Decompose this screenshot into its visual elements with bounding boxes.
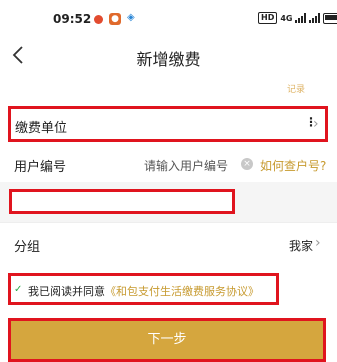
next-button[interactable]: 下一步 — [8, 318, 326, 362]
status-time: 09:52 — [53, 12, 92, 26]
page-title: 新增缴费 — [136, 50, 201, 69]
app-blue-icon: ◈ — [127, 12, 135, 23]
signal-icon — [295, 13, 307, 23]
user-number-input[interactable]: 请输入用户编号 — [144, 157, 228, 174]
app-orange-icon: ● — [109, 13, 121, 25]
hd-badge: HD — [258, 12, 278, 24]
checkmark-icon[interactable]: ✓ — [14, 284, 25, 295]
chevron-right-icon: › — [313, 116, 319, 132]
signal-icon-2 — [309, 13, 321, 23]
group-label: 分组 — [14, 240, 41, 255]
how-to-find-number-link[interactable]: 如何查户号? — [260, 157, 326, 174]
chevron-right-icon: › — [315, 235, 321, 251]
agreement-link[interactable]: 《和包支付生活缴费服务协议》 — [105, 285, 259, 298]
notification-red-icon — [94, 15, 103, 24]
divider — [0, 222, 337, 223]
group-value[interactable]: 我家 — [289, 237, 313, 254]
user-number-label: 用户编号 — [14, 160, 67, 175]
status-right-indicators: HD 4G — [258, 12, 337, 24]
agreement-text: 我已阅读并同意《和包支付生活缴费服务协议》 — [28, 283, 259, 299]
user-number-suggestion-box[interactable] — [9, 189, 235, 214]
records-link[interactable]: 记录 — [287, 82, 305, 95]
clear-icon[interactable]: × — [241, 158, 253, 170]
battery-icon — [323, 12, 337, 24]
signal-label: 4G — [280, 13, 293, 23]
payment-unit-label: 缴费单位 — [15, 121, 68, 136]
agreement-prefix: 我已阅读并同意 — [28, 285, 105, 298]
